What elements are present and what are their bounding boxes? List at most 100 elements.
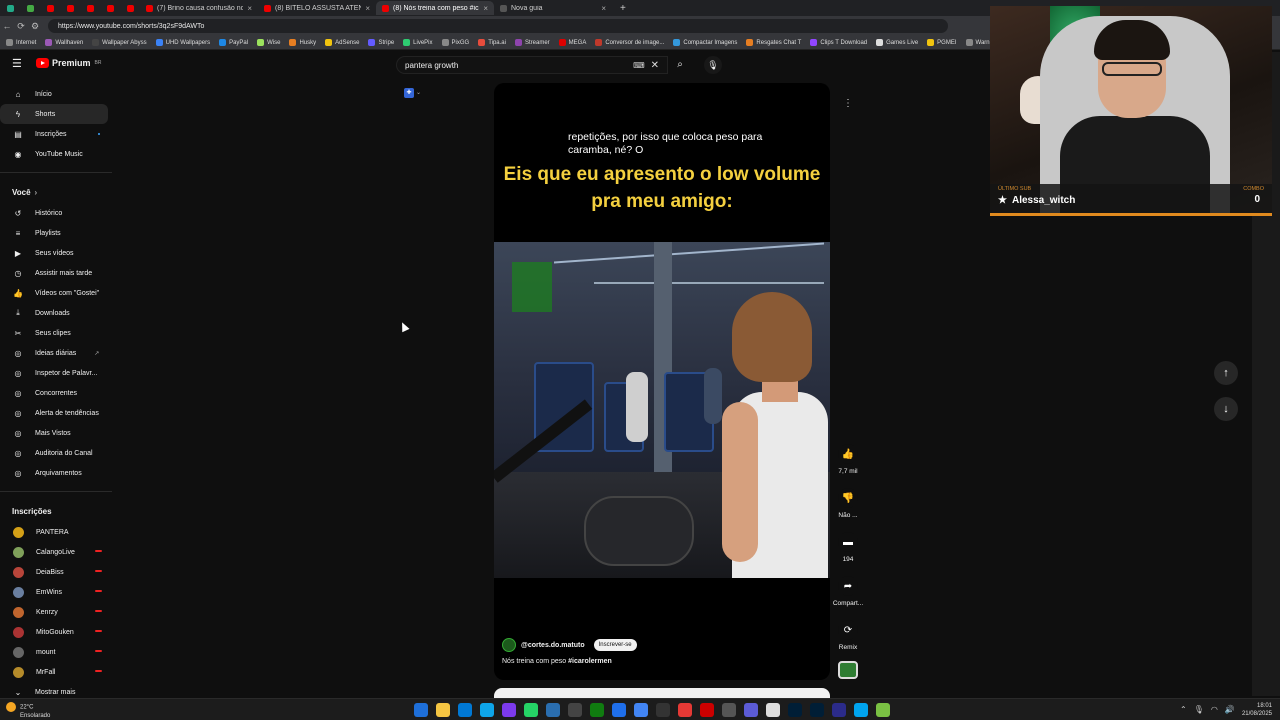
browser-tab[interactable] xyxy=(0,1,20,15)
site-info-icon[interactable]: ⚙ xyxy=(28,21,42,32)
shorts-filter-button[interactable]: ✚ ⌄ xyxy=(404,88,430,100)
next-short-preview[interactable] xyxy=(494,688,830,698)
sidebar-item[interactable]: ◎ Auditoria do Canal xyxy=(0,443,110,463)
taskbar-app-icon[interactable] xyxy=(458,703,472,717)
bookmark-item[interactable]: UHD Wallpapers xyxy=(155,38,210,46)
sidebar-item[interactable]: Kenrzy xyxy=(0,602,110,622)
sidebar-item[interactable]: ◎ Concorrentes xyxy=(0,383,110,403)
bookmark-item[interactable]: Wallhaven xyxy=(45,38,83,46)
taskbar-app-icon[interactable] xyxy=(722,703,736,717)
like-button[interactable]: 👍 7,7 mil xyxy=(832,444,864,488)
sidebar-item[interactable]: EmWins xyxy=(0,582,110,602)
taskbar-app-icon[interactable] xyxy=(788,703,802,717)
sidebar-item[interactable]: ✂ Seus clipes xyxy=(0,323,110,343)
sidebar-item[interactable]: mount xyxy=(0,642,110,662)
title-hashtag[interactable]: #icarolermen xyxy=(568,658,612,665)
bookmark-item[interactable]: LivePix xyxy=(403,38,433,46)
taskbar-app-icon[interactable] xyxy=(502,703,516,717)
bookmark-item[interactable]: Tipa.ai xyxy=(478,38,506,46)
close-tab-icon[interactable]: × xyxy=(365,4,370,13)
hamburger-menu-icon[interactable]: ☰ xyxy=(12,58,24,70)
browser-tab[interactable] xyxy=(40,1,60,15)
bookmark-item[interactable]: MEGA xyxy=(558,38,586,46)
taskbar-app-icon[interactable] xyxy=(744,703,758,717)
keyboard-icon[interactable]: ⌨ xyxy=(633,61,645,70)
remix-sound-thumbnail[interactable] xyxy=(838,661,858,679)
taskbar-app-icon[interactable] xyxy=(436,703,450,717)
sidebar-item[interactable]: MitoGouken xyxy=(0,622,110,642)
bookmark-item[interactable]: AdSense xyxy=(325,38,359,46)
bookmark-item[interactable]: Compactar Imagens xyxy=(673,38,737,46)
search-button[interactable]: ⌕ xyxy=(668,56,692,74)
channel-name[interactable]: @cortes.do.matuto xyxy=(521,642,585,649)
weather-widget[interactable]: 22°C Ensolarado xyxy=(6,702,50,720)
sidebar-item[interactable]: ▤ Inscrições xyxy=(0,124,110,144)
sidebar-item[interactable]: ⤓ Downloads xyxy=(0,303,110,323)
sidebar-item[interactable]: ◷ Assistir mais tarde xyxy=(0,263,110,283)
you-section-header[interactable]: Você › xyxy=(0,181,116,203)
bookmark-item[interactable]: Stripe xyxy=(368,38,394,46)
taskbar-app-icon[interactable] xyxy=(612,703,626,717)
volume-icon[interactable]: 🔊 xyxy=(1225,705,1235,714)
sidebar-item[interactable]: CalangoLive xyxy=(0,542,110,562)
youtube-logo[interactable]: Premium BR xyxy=(36,58,101,68)
taskbar-app-icon[interactable] xyxy=(480,703,494,717)
bookmark-item[interactable]: Warn xyxy=(965,38,990,46)
taskbar-app-icon[interactable] xyxy=(590,703,604,717)
subscribe-button[interactable]: Inscrever-se xyxy=(593,639,637,651)
taskbar-app-icon[interactable] xyxy=(700,703,714,717)
bookmark-item[interactable]: PixGG xyxy=(441,38,469,46)
new-tab-button[interactable]: + xyxy=(620,3,626,14)
wifi-icon[interactable]: ◠ xyxy=(1211,705,1218,714)
bookmark-item[interactable]: Conversor de image... xyxy=(595,38,664,46)
sidebar-item[interactable]: ▶ Seus vídeos xyxy=(0,243,110,263)
sidebar-item[interactable]: ⌂ Início xyxy=(0,84,110,104)
browser-tab[interactable] xyxy=(120,1,140,15)
close-tab-icon[interactable]: × xyxy=(247,4,252,13)
share-button[interactable]: ➦ Compart... xyxy=(832,576,864,620)
sidebar-item[interactable]: MrFall xyxy=(0,662,110,682)
bookmark-item[interactable]: PayPal xyxy=(219,38,248,46)
taskbar-app-icon[interactable] xyxy=(854,703,868,717)
clock[interactable]: 18:01 21/08/2025 xyxy=(1242,702,1272,718)
taskbar-app-icon[interactable] xyxy=(634,703,648,717)
taskbar-app-icon[interactable] xyxy=(678,703,692,717)
browser-tab[interactable] xyxy=(80,1,100,15)
bookmark-item[interactable]: Games Live xyxy=(876,38,918,46)
url-field[interactable]: https://www.youtube.com/shorts/3q2sF9dAW… xyxy=(48,19,948,33)
sidebar-item[interactable]: ◎ Alerta de tendências xyxy=(0,403,110,423)
sidebar-item[interactable]: PANTERA xyxy=(0,522,110,542)
sidebar-item[interactable]: 👍 Vídeos com "Gostei" xyxy=(0,283,110,303)
sidebar-item[interactable]: ≡ Playlists xyxy=(0,223,110,243)
video-frame[interactable] xyxy=(494,242,830,578)
taskbar-app-icon[interactable] xyxy=(414,703,428,717)
sidebar-item[interactable]: ϟ Shorts xyxy=(0,104,108,124)
sidebar-item[interactable]: ◎ Ideias diárias ↗ xyxy=(0,343,110,363)
chevron-up-icon[interactable]: ⌃ xyxy=(1180,705,1187,714)
browser-tab[interactable]: (7) Brino causa confusão no Rodi× xyxy=(140,1,258,15)
bookmark-item[interactable]: Husky xyxy=(289,38,316,46)
browser-tab[interactable]: (8) Nós treina com peso #ic × xyxy=(376,1,494,15)
sidebar-item[interactable]: ◎ Mais Vistos xyxy=(0,423,110,443)
clear-search-icon[interactable]: ✕ xyxy=(651,60,659,71)
close-tab-icon[interactable]: × xyxy=(483,4,488,13)
next-short-button[interactable]: ↓ xyxy=(1214,397,1238,421)
bookmark-item[interactable]: Wise xyxy=(257,38,280,46)
taskbar-app-icon[interactable] xyxy=(546,703,560,717)
bookmark-item[interactable]: Resgates Chat T xyxy=(746,38,801,46)
close-tab-icon[interactable]: × xyxy=(601,4,606,13)
sidebar-item[interactable]: ↺ Histórico xyxy=(0,203,110,223)
mic-tray-icon[interactable]: 🎙 xyxy=(1194,705,1204,714)
sidebar-item[interactable]: DeiaBiss xyxy=(0,562,110,582)
search-input[interactable]: pantera growth ⌨ ✕ xyxy=(396,56,668,74)
dislike-button[interactable]: 👎 Não ... xyxy=(832,488,864,532)
remix-button[interactable]: ⟳ Remix xyxy=(832,620,864,664)
browser-tab[interactable]: Nova guia × xyxy=(494,1,612,15)
more-options-icon[interactable]: ⋮ xyxy=(840,96,856,112)
channel-avatar[interactable] xyxy=(502,638,516,652)
previous-short-button[interactable]: ↑ xyxy=(1214,361,1238,385)
bookmark-item[interactable]: Clips T Download xyxy=(810,38,867,46)
taskbar-app-icon[interactable] xyxy=(766,703,780,717)
browser-tab[interactable]: (8) BITELO ASSUSTA ATENDENTE× xyxy=(258,1,376,15)
comments-button[interactable]: ▬ 194 xyxy=(832,532,864,576)
